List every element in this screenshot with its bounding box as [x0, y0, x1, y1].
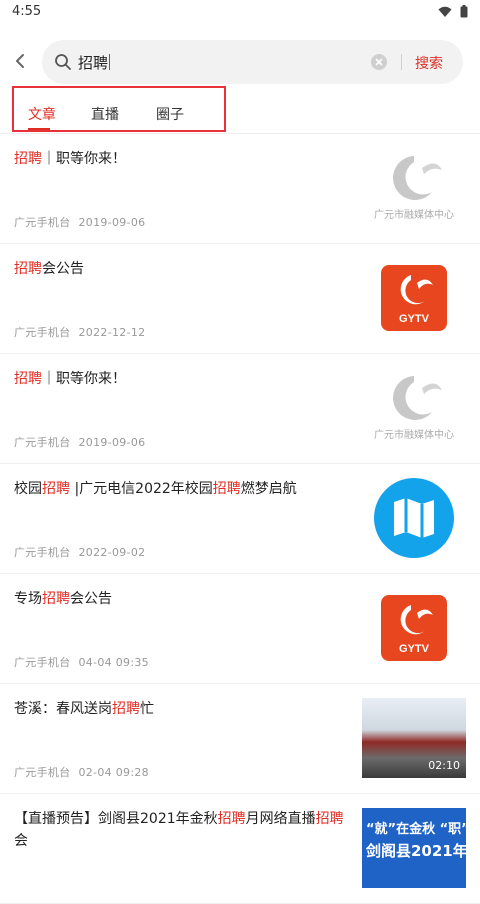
media-logo-thumbnail: 广元市融媒体中心	[362, 368, 466, 448]
title-text: ｜职等你来！	[42, 151, 126, 167]
item-source: 广元手机台	[14, 216, 71, 229]
status-icons	[438, 5, 468, 18]
search-bar: 招聘 搜索	[0, 38, 480, 86]
item-date: 2019-09-06	[78, 216, 146, 229]
item-date: 2019-09-06	[78, 436, 146, 449]
item-title: 专场招聘会公告	[14, 588, 344, 610]
item-meta: 广元手机台 2019-09-06	[14, 214, 145, 230]
title-text: 月网络直播	[245, 811, 316, 827]
item-meta: 广元手机台 2019-09-06	[14, 434, 145, 450]
gytv-logo-thumbnail: GYTV	[362, 588, 466, 668]
list-item[interactable]: 招聘｜职等你来！ 广元手机台 2019-09-06 广元市融媒体中心	[0, 354, 480, 464]
banner-thumbnail: “就”在金秋 “职” 剑阁县2021年金	[362, 808, 466, 888]
map-thumbnail	[362, 478, 466, 558]
status-time: 4:55	[12, 4, 42, 19]
back-arrow-icon[interactable]	[10, 50, 32, 72]
title-text: 校园	[14, 481, 42, 497]
item-source: 广元手机台	[14, 546, 71, 559]
item-source: 广元手机台	[14, 326, 71, 339]
battery-icon	[460, 5, 468, 18]
map-icon	[374, 478, 454, 558]
keyword-highlight: 招聘	[14, 261, 42, 277]
video-duration: 02:10	[428, 759, 460, 772]
item-date: 2022-12-12	[78, 326, 146, 339]
search-results-list: 招聘｜职等你来！ 广元手机台 2019-09-06 广元市融媒体中心 招聘会公告 广元手机…	[0, 134, 480, 904]
gytv-logo: GYTV	[381, 265, 447, 331]
title-text: 苍溪：春风送岗	[14, 701, 112, 717]
tab-live[interactable]: 直播	[91, 104, 119, 124]
keyword-highlight: 招聘	[14, 151, 42, 167]
list-item[interactable]: 招聘｜职等你来！ 广元手机台 2019-09-06 广元市融媒体中心	[0, 134, 480, 244]
list-item[interactable]: 专场招聘会公告广元手机台 04-04 09:35 GYTV	[0, 574, 480, 684]
gytv-logo: GYTV	[381, 595, 447, 661]
search-field[interactable]: 招聘 搜索	[42, 40, 463, 84]
item-source: 广元手机台	[14, 766, 71, 779]
item-title: 招聘会公告	[14, 258, 344, 280]
thumbnail-caption: 广元市融媒体中心	[374, 430, 454, 441]
tab-circles[interactable]: 圈子	[156, 104, 184, 124]
list-item[interactable]: 招聘会公告广元手机台 2022-12-12 GYTV	[0, 244, 480, 354]
item-title: 【直播预告】剑阁县2021年金秋招聘月网络直播招聘会	[14, 808, 344, 852]
item-title: 苍溪：春风送岗招聘忙	[14, 698, 344, 720]
thumbnail-caption: 广元市融媒体中心	[374, 210, 454, 221]
media-logo-thumbnail: 广元市融媒体中心	[362, 148, 466, 228]
tab-articles[interactable]: 文章	[28, 104, 56, 124]
item-title: 校园招聘 |广元电信2022年校园招聘燃梦启航	[14, 478, 344, 500]
list-item[interactable]: 【直播预告】剑阁县2021年金秋招聘月网络直播招聘会 “就”在金秋 “职” 剑阁县2…	[0, 794, 480, 904]
title-text: 会	[14, 833, 28, 849]
item-date: 02-04 09:28	[78, 766, 149, 779]
search-input[interactable]: 招聘	[78, 52, 111, 73]
keyword-highlight: 招聘	[315, 811, 344, 827]
title-text: |广元电信2022年校园	[70, 481, 213, 497]
active-tab-indicator	[28, 128, 50, 130]
tab-bar: 文章 直播 圈子	[12, 86, 226, 132]
keyword-highlight: 招聘	[212, 481, 241, 497]
gytv-label: GYTV	[399, 313, 429, 325]
list-item[interactable]: 苍溪：春风送岗招聘忙广元手机台 02-04 09:28 02:10	[0, 684, 480, 794]
keyword-highlight: 招聘	[217, 811, 246, 827]
gytv-logo-thumbnail: GYTV	[362, 258, 466, 338]
title-text: 会公告	[42, 261, 84, 277]
search-icon	[55, 54, 71, 70]
search-divider	[401, 54, 402, 70]
title-text: 燃梦启航	[240, 481, 297, 497]
video-thumbnail: 02:10	[362, 698, 466, 778]
item-title: 招聘｜职等你来！	[14, 148, 344, 170]
item-title: 招聘｜职等你来！	[14, 368, 344, 390]
banner-text: “就”在金秋 “职”	[366, 822, 466, 837]
wifi-icon	[438, 6, 452, 17]
keyword-highlight: 招聘	[42, 591, 70, 607]
item-source: 广元手机台	[14, 436, 71, 449]
keyword-highlight: 招聘	[14, 371, 42, 387]
text-caret	[109, 54, 111, 70]
item-meta: 广元手机台 2022-12-12	[14, 324, 145, 340]
gytv-label: GYTV	[399, 643, 429, 655]
item-meta: 广元手机台 2022-09-02	[14, 544, 145, 560]
title-text: 专场	[14, 591, 42, 607]
item-source: 广元手机台	[14, 656, 71, 669]
search-query-text: 招聘	[78, 54, 109, 72]
title-text: 【直播预告】剑阁县2021年金秋	[14, 811, 218, 827]
item-date: 04-04 09:35	[78, 656, 149, 669]
item-meta: 广元手机台 04-04 09:35	[14, 654, 149, 670]
title-text: 会公告	[70, 591, 112, 607]
item-date: 2022-09-02	[78, 546, 146, 559]
keyword-highlight: 招聘	[112, 701, 140, 717]
list-item[interactable]: 校园招聘 |广元电信2022年校园招聘燃梦启航 广元手机台 2022-09-02	[0, 464, 480, 574]
clear-icon[interactable]	[371, 54, 387, 70]
title-text: 忙	[140, 701, 154, 717]
banner-text: 剑阁县2021年金	[366, 842, 466, 860]
status-bar: 4:55	[0, 0, 480, 24]
item-meta: 广元手机台 02-04 09:28	[14, 764, 149, 780]
keyword-highlight: 招聘	[42, 481, 70, 497]
title-text: ｜职等你来！	[42, 371, 126, 387]
search-button[interactable]: 搜索	[415, 53, 443, 73]
